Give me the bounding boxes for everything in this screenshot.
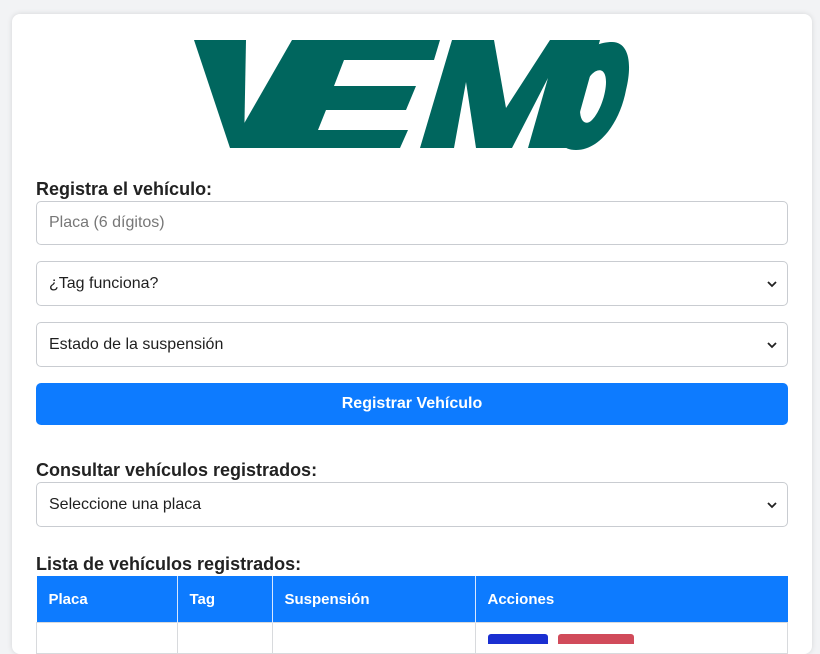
plate-input[interactable]: Placa (6 dígitos) <box>36 201 788 245</box>
consult-section-title: Consultar vehículos registrados: <box>36 460 318 480</box>
cell-acciones <box>474 622 788 654</box>
register-vehicle-button[interactable]: Registrar Vehículo <box>36 383 788 425</box>
column-header-suspension: Suspensión <box>272 576 476 623</box>
column-header-placa: Placa <box>36 576 178 623</box>
cell-placa <box>36 622 178 654</box>
delete-button[interactable] <box>557 634 634 644</box>
vemo-logo <box>194 40 630 150</box>
main-card: Registra el vehículo: Placa (6 dígitos) … <box>12 14 812 654</box>
edit-button[interactable] <box>487 634 548 644</box>
suspension-status-select[interactable]: Estado de la suspensión <box>36 322 788 367</box>
vehicle-table-header: Placa Tag Suspensión Acciones <box>36 576 788 623</box>
tag-status-select-value: ¿Tag funciona? <box>49 274 159 292</box>
plate-input-placeholder: Placa (6 dígitos) <box>49 214 165 231</box>
suspension-status-select-value: Estado de la suspensión <box>49 335 224 353</box>
table-row <box>36 622 788 654</box>
vehicle-list-title: Lista de vehículos registrados: <box>36 554 302 574</box>
chevron-down-icon <box>767 280 777 287</box>
tag-status-select[interactable]: ¿Tag funciona? <box>36 261 788 306</box>
chevron-down-icon <box>767 501 777 508</box>
chevron-down-icon <box>767 341 777 348</box>
column-header-acciones: Acciones <box>475 576 788 623</box>
plate-lookup-select[interactable]: Seleccione una placa <box>36 482 788 527</box>
cell-suspension <box>271 622 476 654</box>
vehicle-table: Placa Tag Suspensión Acciones <box>36 576 788 654</box>
column-header-tag: Tag <box>177 576 273 623</box>
register-section-title: Registra el vehículo: <box>36 179 213 199</box>
plate-lookup-select-value: Seleccione una placa <box>49 495 202 513</box>
cell-tag <box>176 622 273 654</box>
